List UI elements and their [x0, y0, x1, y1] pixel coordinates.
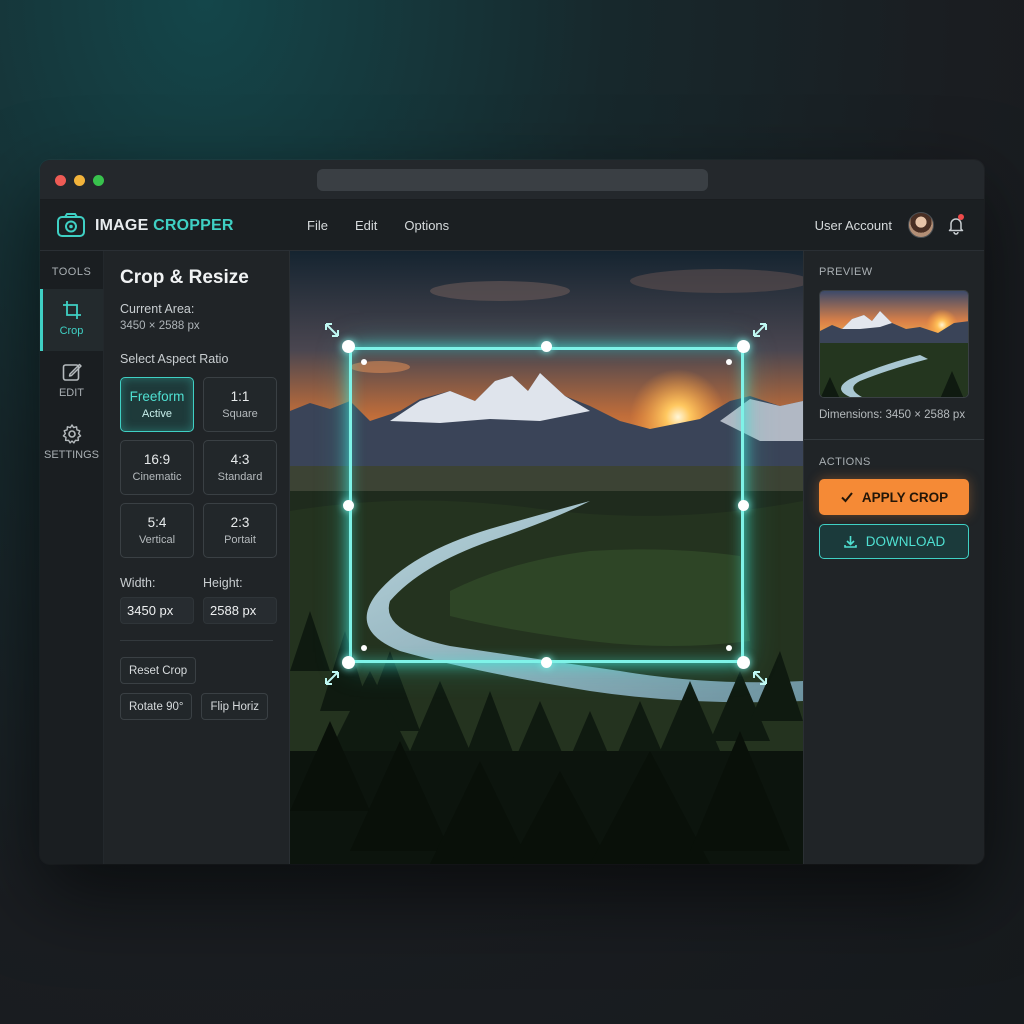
menu-edit[interactable]: Edit [355, 218, 377, 233]
grid-dot [361, 359, 367, 365]
crop-handle-top-right[interactable] [737, 340, 750, 353]
flip-horizontal-button[interactable]: Flip Horiz [201, 693, 269, 720]
divider [804, 439, 984, 440]
maximize-window-button[interactable] [93, 175, 104, 186]
crop-handle-right[interactable] [738, 500, 749, 511]
crop-handle-bottom-left[interactable] [342, 656, 355, 669]
rail-header: TOOLS [51, 266, 92, 278]
rail-item-edit[interactable]: EDIT [40, 351, 103, 413]
aspect-ratio-label: Select Aspect Ratio [120, 352, 229, 366]
avatar[interactable] [908, 212, 934, 238]
panel-title: Crop & Resize [120, 267, 249, 288]
crop-handle-left[interactable] [343, 500, 354, 511]
rail-item-label: EDIT [58, 387, 85, 399]
camera-icon [57, 213, 85, 237]
crop-handle-top[interactable] [541, 341, 552, 352]
edit-icon [62, 363, 82, 381]
workspace: TOOLS Crop EDIT SETTINGS Crop & Resize C… [40, 251, 984, 864]
reset-crop-button[interactable]: Reset Crop [120, 657, 197, 684]
resize-arrow-icon[interactable] [323, 669, 341, 687]
gear-icon [62, 424, 81, 444]
rail-item-label: Crop [59, 325, 84, 337]
resize-arrow-icon[interactable] [323, 321, 341, 339]
crop-icon [62, 301, 81, 319]
menu-file[interactable]: File [307, 218, 328, 233]
app-window: IMAGE CROPPER File Edit Options User Acc… [40, 160, 984, 864]
right-panel: PREVIEW Dimensions: 3450 × 2588 px ACTIO… [803, 251, 984, 864]
ratio-2-3-button[interactable]: 2:3 Portait [203, 503, 277, 558]
height-input[interactable] [203, 597, 277, 624]
menu-options[interactable]: Options [404, 218, 449, 233]
ratio-freeform-button[interactable]: Freeform Active [120, 377, 194, 432]
height-group: Height: [203, 576, 277, 624]
download-icon [843, 536, 857, 548]
width-group: Width: [120, 576, 194, 624]
crop-handle-bottom[interactable] [541, 657, 552, 668]
current-area-value: 3450 × 2588 px [120, 320, 200, 332]
ratio-4-3-button[interactable]: 4:3 Standard [203, 440, 277, 495]
app-title: IMAGE CROPPER [95, 217, 234, 234]
apply-crop-button[interactable]: APPLY CROP [819, 479, 969, 515]
notification-badge [958, 214, 964, 220]
window-titlebar [40, 160, 984, 200]
minimize-window-button[interactable] [74, 175, 85, 186]
crop-frame[interactable] [349, 347, 744, 663]
divider [120, 640, 273, 641]
rotate-button[interactable]: Rotate 90° [120, 693, 193, 720]
tool-rail: TOOLS Crop EDIT SETTINGS [40, 251, 104, 864]
grid-dot [726, 645, 732, 651]
current-area-label: Current Area: [120, 302, 195, 316]
resize-arrow-icon[interactable] [751, 669, 769, 687]
rail-item-settings[interactable]: SETTINGS [40, 413, 103, 475]
width-input[interactable] [120, 597, 194, 624]
ratio-16-9-button[interactable]: 16:9 Cinematic [120, 440, 194, 495]
address-bar[interactable] [317, 169, 708, 191]
crop-handle-top-left[interactable] [342, 340, 355, 353]
grid-dot [726, 359, 732, 365]
rail-item-label: SETTINGS [43, 449, 99, 461]
ratio-5-4-button[interactable]: 5:4 Vertical [120, 503, 194, 558]
app-header: IMAGE CROPPER File Edit Options User Acc… [40, 200, 984, 251]
close-window-button[interactable] [55, 175, 66, 186]
crop-tools-panel: Crop & Resize Current Area: 3450 × 2588 … [104, 251, 290, 864]
crop-preview [819, 290, 969, 398]
preview-dimensions: Dimensions: 3450 × 2588 px [819, 409, 966, 421]
aspect-ratio-grid: Freeform Active 1:1 Square 16:9 Cinemati… [120, 377, 277, 558]
ratio-1-1-button[interactable]: 1:1 Square [203, 377, 277, 432]
transform-buttons: Reset Crop Rotate 90° Flip Horiz [120, 657, 273, 720]
crop-handle-bottom-right[interactable] [737, 656, 750, 669]
resize-arrow-icon[interactable] [751, 321, 769, 339]
dimension-fields: Width: Height: [120, 576, 277, 624]
rail-item-crop[interactable]: Crop [40, 289, 103, 351]
check-icon [841, 492, 853, 503]
main-menu: File Edit Options [307, 218, 476, 233]
preview-label: PREVIEW [819, 266, 873, 278]
actions-label: ACTIONS [819, 456, 871, 468]
preview-image [820, 291, 968, 397]
image-canvas[interactable] [290, 251, 803, 864]
grid-dot [361, 645, 367, 651]
download-button[interactable]: DOWNLOAD [819, 524, 969, 559]
width-label: Width: [120, 576, 156, 590]
height-label: Height: [203, 576, 243, 590]
